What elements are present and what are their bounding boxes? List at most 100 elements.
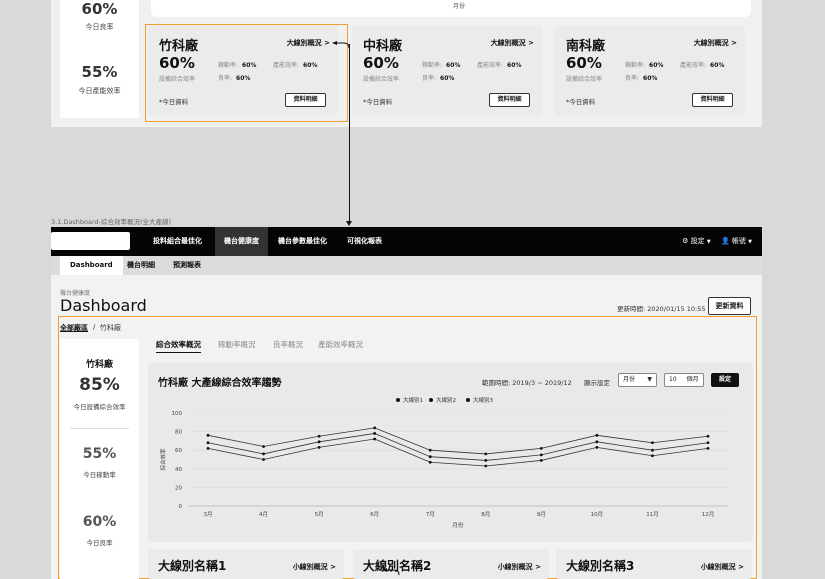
data-point	[484, 452, 488, 456]
user-icon[interactable]: 👤	[721, 237, 730, 245]
x-tick-label: 7月	[426, 511, 435, 518]
large-line-name: 大線別名稱3	[566, 559, 635, 573]
top-left-stats-card: 60% 今日良率 55% 今日產能效率	[60, 0, 139, 118]
legend-label: 大線別2	[436, 396, 456, 404]
top-chart-strip: 月份	[151, 0, 751, 17]
small-line-overview-link[interactable]: 小線別概況 >	[498, 562, 541, 572]
data-detail-button[interactable]: 資料明細	[489, 93, 530, 107]
months-unit: 個月	[686, 376, 699, 383]
stats-oee-value: 85%	[79, 375, 120, 395]
legend-label: 大線別3	[473, 396, 494, 404]
top-navbar: 投料組合最佳化 機台健康度 機台參數最佳化 可視化報表 ⚙ 設定 ▼ 👤 帳號 ▼	[51, 227, 762, 256]
chart-title: 竹科廠 大產線綜合效率趨勢	[158, 378, 282, 389]
period-select[interactable]: 月份 ▼	[618, 373, 657, 387]
factory-card-metric: 產能效率: 60%	[477, 60, 521, 69]
chevron-down-icon: ▼	[748, 239, 752, 245]
data-point	[206, 441, 210, 445]
nav-item[interactable]: 機台參數最佳化	[269, 227, 336, 256]
top-stat1-label: 今日良率	[85, 23, 114, 31]
metric-label: 良率:	[625, 75, 640, 82]
subnav-tab[interactable]: 預測報表	[163, 256, 211, 275]
data-point	[317, 446, 321, 449]
top-chart-x-label: 月份	[453, 3, 466, 10]
display-setting-label: 顯示設定	[584, 379, 610, 387]
top-stat1-value: 60%	[81, 0, 118, 18]
x-tick-label: 3月	[204, 511, 213, 518]
update-data-button[interactable]: 更新資料	[708, 297, 751, 315]
subnav-tab[interactable]: Dashboard	[60, 256, 123, 275]
connector-arrowhead	[346, 221, 352, 226]
top-stat2-label: 今日產能效率	[78, 87, 121, 95]
y-tick-label: 100	[172, 411, 183, 417]
metric-value: 60%	[710, 62, 725, 69]
data-point	[595, 433, 599, 437]
trend-line-chart: 大線別1 大線別2 大線別3 0 20 40 60 80 100 綜合效率 3月 4月 5月 6月 7月 8月…	[159, 396, 728, 529]
range-text: 範圍時間: 2019/3 ~ 2019/12	[482, 379, 572, 387]
navbar-right: ⚙ 設定 ▼ 👤 帳號 ▼	[682, 227, 752, 256]
nav-item[interactable]: 可視化報表	[338, 227, 391, 256]
data-point	[262, 458, 265, 461]
chevron-down-icon: ▼	[706, 239, 711, 245]
factory-card-oee-label: 設備綜合效率	[363, 76, 400, 83]
y-tick-label: 60	[175, 448, 182, 454]
legend-marker	[466, 398, 470, 402]
x-tick-label: 8月	[481, 511, 490, 518]
small-line-overview-link[interactable]: 小線別概況 >	[293, 562, 336, 572]
data-point	[317, 434, 321, 438]
legend-marker	[429, 398, 433, 402]
metric-value: 60%	[507, 62, 522, 69]
data-point	[317, 440, 321, 444]
large-line-overview-link[interactable]: 大線別概況 >	[491, 38, 534, 48]
page-title: Dashboard	[60, 296, 147, 315]
large-line-overview-link[interactable]: 大線別概況 >	[694, 38, 737, 48]
data-point	[539, 459, 543, 462]
factory-card-metric: 稼動率: 60%	[625, 60, 663, 69]
data-point	[706, 446, 710, 450]
stats-oee-label: 今日設備綜合效率	[73, 403, 126, 411]
data-point	[373, 432, 377, 435]
tab-utilization[interactable]: 稼動率概況	[218, 339, 256, 350]
data-point	[262, 445, 265, 448]
apply-setting-button[interactable]: 設定	[711, 373, 739, 387]
x-tick-label: 9月	[537, 511, 546, 518]
data-point	[595, 446, 599, 449]
connector-line	[349, 44, 350, 223]
data-point	[484, 459, 488, 462]
large-line-name: 大線別名稱1	[158, 559, 227, 573]
nav-item[interactable]: 投料組合最佳化	[144, 227, 211, 256]
data-point	[428, 455, 432, 459]
months-input[interactable]: 10 個月	[664, 373, 704, 387]
metric-label: 稼動率:	[422, 62, 443, 69]
factory-card: 中科廠 大線別概況 >60% 設備綜合效率 稼動率: 60% 產能效率: 60% 良率: 60%…	[352, 26, 542, 116]
x-tick-label: 10月	[591, 511, 604, 518]
stats-yield-value: 60%	[82, 514, 117, 530]
x-tick-label: 11月	[646, 511, 659, 518]
factory-card: 南科廠 大線別概況 >60% 設備綜合效率 稼動率: 60% 產能效率: 60% 良率: 60%…	[555, 26, 745, 116]
account-menu[interactable]: 帳號	[732, 237, 746, 245]
metric-label: 稼動率:	[625, 62, 646, 69]
x-tick-label: 12月	[702, 511, 715, 518]
y-tick-label: 40	[175, 467, 182, 473]
nav-item[interactable]: 機台健康度	[215, 227, 268, 256]
months-value: 10	[669, 376, 677, 383]
factory-card-note: *今日資料	[363, 98, 393, 106]
stats-factory-name: 竹科廠	[85, 360, 113, 370]
tab-oee[interactable]: 綜合效率概況	[156, 339, 201, 353]
settings-menu[interactable]: 設定	[691, 237, 705, 245]
tab-yield[interactable]: 良率概況	[273, 339, 303, 350]
stats-utilization-label: 今日稼動率	[83, 471, 116, 479]
legend-marker	[396, 398, 400, 402]
metric-label: 良率:	[422, 75, 437, 82]
gear-icon[interactable]: ⚙	[682, 237, 688, 245]
x-axis-label: 月份	[452, 521, 464, 529]
small-line-overview-link[interactable]: 小線別概況 >	[701, 562, 744, 572]
tab-capacity[interactable]: 產能效率概況	[318, 339, 363, 350]
metric-value: 60%	[446, 62, 461, 69]
subnav-tab[interactable]: 機台明細	[117, 256, 165, 275]
metric-value: 60%	[643, 75, 658, 82]
data-point	[595, 440, 599, 444]
data-point	[373, 426, 377, 430]
data-detail-button[interactable]: 資料明細	[692, 93, 733, 107]
breadcrumb-all-factories[interactable]: 全部廠區	[60, 323, 88, 333]
connector-curve-small	[382, 568, 400, 576]
